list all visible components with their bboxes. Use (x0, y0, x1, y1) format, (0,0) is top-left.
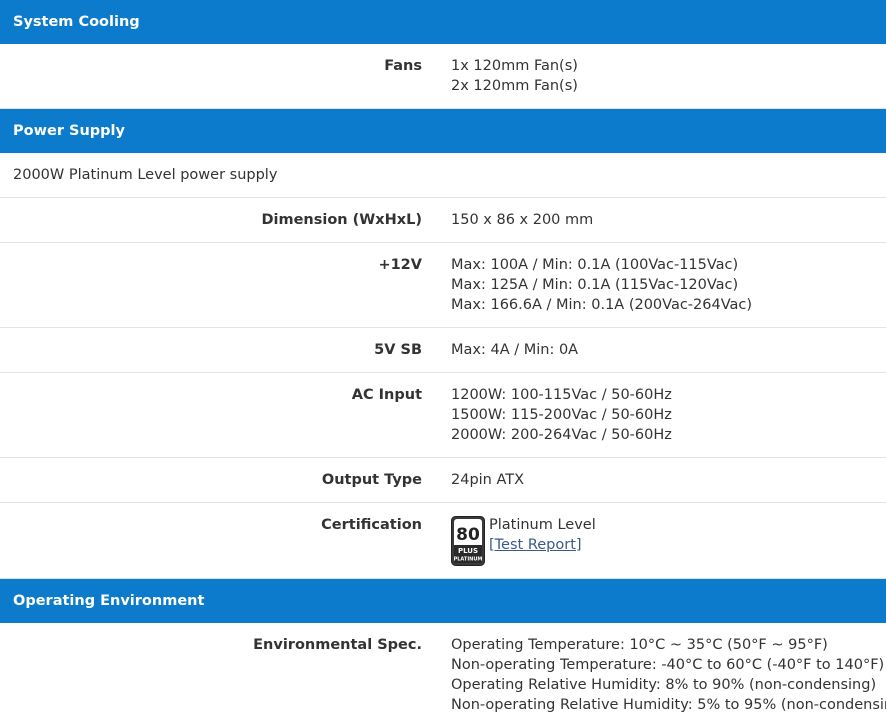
spec-value-line: 1500W: 115-200Vac / 50-60Hz (451, 407, 672, 423)
spec-value: Operating Temperature: 10°C ~ 35°C (50°F… (443, 623, 886, 721)
spec-label: 5V SB (0, 327, 443, 373)
spec-value-line: Max: 125A / Min: 0.1A (115Vac-120Vac) (451, 277, 739, 293)
spec-row-environmental: Environmental Spec. Operating Temperatur… (0, 623, 886, 721)
spec-value-line: Max: 166.6A / Min: 0.1A (200Vac-264Vac) (451, 297, 753, 313)
psu-description: 2000W Platinum Level power supply (0, 153, 886, 198)
spec-value-line: 2x 120mm Fan(s) (451, 78, 578, 94)
spec-label: AC Input (0, 372, 443, 458)
badge-brand: PLUS (458, 547, 478, 555)
spec-label: Certification (0, 502, 443, 579)
spec-table: System Cooling Fans 1x 120mm Fan(s) 2x 1… (0, 0, 886, 721)
spec-row-12v: +12V Max: 100A / Min: 0.1A (100Vac-115Va… (0, 242, 886, 328)
spec-value: 1200W: 100-115Vac / 50-60Hz 1500W: 115-2… (443, 372, 886, 458)
80-plus-platinum-badge-icon: 80 PLUS PLATINUM (451, 516, 485, 566)
spec-value-line: Non-operating Relative Humidity: 5% to 9… (451, 697, 886, 713)
certification-text: Platinum Level [Test Report] (489, 515, 596, 555)
spec-row-psu-description: 2000W Platinum Level power supply (0, 153, 886, 198)
spec-label: +12V (0, 242, 443, 328)
spec-row-output-type: Output Type 24pin ATX (0, 457, 886, 503)
spec-label: Output Type (0, 457, 443, 503)
spec-value-line: Operating Temperature: 10°C ~ 35°C (50°F… (451, 637, 828, 653)
certification-wrap: 80 PLUS PLATINUM Platinum Level [Test Re… (451, 515, 885, 566)
spec-value-line: Non-operating Temperature: -40°C to 60°C… (451, 657, 885, 673)
spec-value: Max: 100A / Min: 0.1A (100Vac-115Vac) Ma… (443, 242, 886, 328)
section-header-operating-environment: Operating Environment (0, 578, 886, 623)
spec-value: 1x 120mm Fan(s) 2x 120mm Fan(s) (443, 44, 886, 109)
section-title: System Cooling (0, 0, 886, 44)
spec-row-ac-input: AC Input 1200W: 100-115Vac / 50-60Hz 150… (0, 372, 886, 458)
section-header-power-supply: Power Supply (0, 108, 886, 153)
spec-row-5vsb: 5V SB Max: 4A / Min: 0A (0, 327, 886, 373)
spec-value: Max: 4A / Min: 0A (443, 327, 886, 373)
spec-value: 80 PLUS PLATINUM Platinum Level [Test Re… (443, 502, 886, 579)
section-title: Power Supply (0, 108, 886, 153)
test-report-link[interactable]: [Test Report] (489, 535, 596, 555)
spec-label: Dimension (WxHxL) (0, 197, 443, 243)
badge-number: 80 (456, 525, 480, 545)
spec-value-line: 1x 120mm Fan(s) (451, 58, 578, 74)
spec-value: 150 x 86 x 200 mm (443, 197, 886, 243)
spec-label: Fans (0, 44, 443, 109)
section-header-system-cooling: System Cooling (0, 0, 886, 44)
spec-label: Environmental Spec. (253, 637, 422, 653)
certification-level: Platinum Level (489, 517, 596, 533)
spec-row-dimension: Dimension (WxHxL) 150 x 86 x 200 mm (0, 197, 886, 243)
spec-value-line: Max: 100A / Min: 0.1A (100Vac-115Vac) (451, 257, 739, 273)
spec-value-line: 1200W: 100-115Vac / 50-60Hz (451, 387, 672, 403)
badge-level: PLATINUM (454, 557, 483, 563)
spec-value-line: 2000W: 200-264Vac / 50-60Hz (451, 427, 672, 443)
spec-value: 24pin ATX (443, 457, 886, 503)
spec-row-certification: Certification 80 PLUS PLATINUM Platinum … (0, 502, 886, 579)
spec-value-line: Operating Relative Humidity: 8% to 90% (… (451, 677, 877, 693)
section-title: Operating Environment (0, 578, 886, 623)
spec-row-fans: Fans 1x 120mm Fan(s) 2x 120mm Fan(s) (0, 44, 886, 109)
